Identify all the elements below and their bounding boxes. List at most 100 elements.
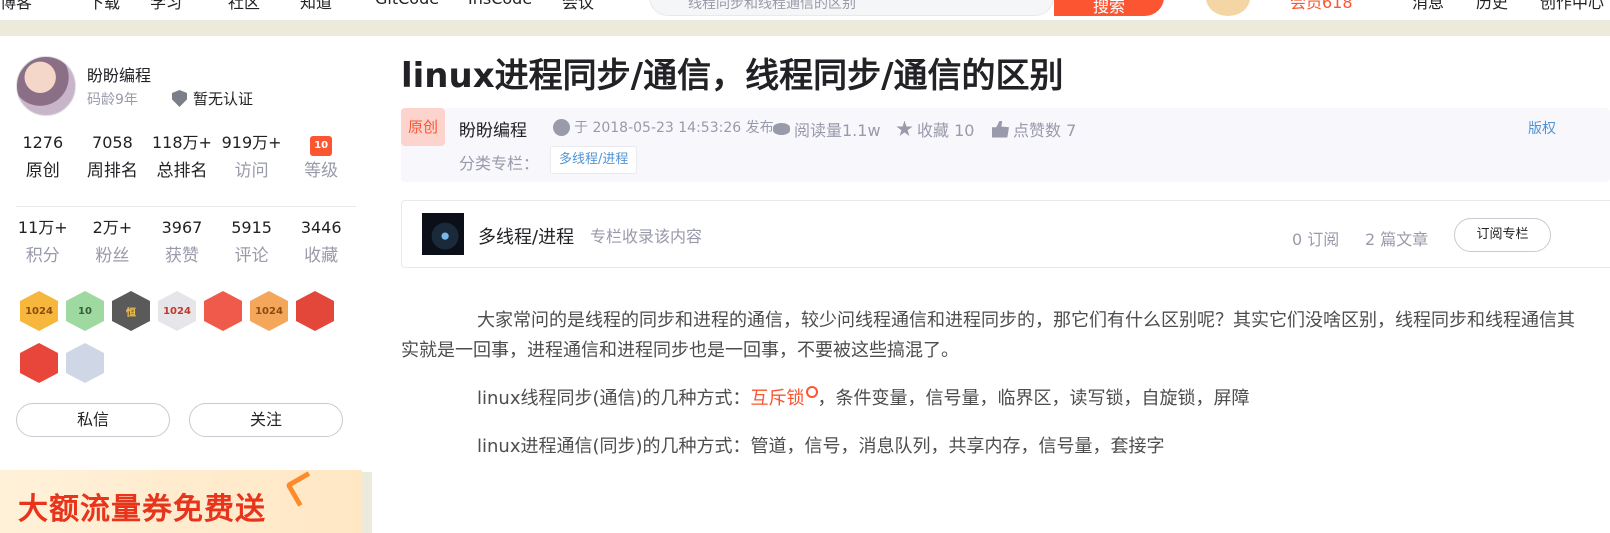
stat-value: 3446 (300, 218, 342, 237)
badge-1024-icon[interactable]: 1024 (20, 291, 58, 331)
badge-pen-icon[interactable] (296, 291, 334, 331)
badge-persistence-icon[interactable]: 恒 (112, 291, 150, 331)
stat-label: 总排名 (156, 161, 208, 181)
badge-monkey-grey-icon[interactable] (66, 343, 104, 383)
nav-download[interactable]: 下载 (88, 0, 120, 13)
favorite-count-text: 收藏 10 (917, 121, 975, 140)
stat-value: 11万+ (17, 218, 68, 237)
stat-total-rank[interactable]: 118万+ 总排名 (147, 130, 217, 186)
stat-label: 粉丝 (95, 246, 130, 266)
nav-gitcode[interactable]: GitCode (375, 0, 439, 8)
column-info: 多线程/进程 专栏收录该内容 0 订阅 2 篇文章 订阅专栏 (401, 200, 1610, 268)
stat-value: 3967 (161, 218, 203, 237)
stat-label: 收藏 (304, 246, 339, 266)
category-label: 分类专栏： (459, 154, 540, 173)
clock-icon (553, 118, 570, 136)
nav-messages[interactable]: 消息 (1412, 0, 1444, 13)
user-avatar[interactable] (1206, 0, 1250, 16)
author-profile-card: 盼盼编程 码龄9年 暂无认证 1276 原创 7058 周排名 118万+ 总排… (0, 36, 372, 472)
nav-community[interactable]: 社区 (228, 0, 260, 13)
nav-zhidao[interactable]: 知道 (300, 0, 332, 13)
follow-button[interactable]: 关注 (189, 403, 343, 437)
stat-value: 1276 (22, 133, 64, 152)
paragraph-2-prefix: linux线程同步(通信)的几种方式： (477, 388, 751, 409)
stat-value: 5915 (231, 218, 272, 237)
stat-value: 118万+ (152, 133, 212, 152)
stat-label: 访问 (234, 161, 269, 181)
publish-time: 于 2018-05-23 14:53:26 发布 (553, 117, 774, 137)
article-meta: 原创 盼盼编程 于 2018-05-23 14:53:26 发布 阅读量1.1w… (401, 108, 1610, 182)
search-button[interactable]: 搜索 (1054, 0, 1164, 16)
stats-row-1: 1276 原创 7058 周排名 118万+ 总排名 919万+ 访问 10 等… (8, 130, 356, 186)
top-nav: 博客 下载 学习 社区 知道 GitCode InsCode 会议 线程同步和线… (0, 0, 1610, 20)
search-input-text: 线程同步和线程通信的区别 (688, 0, 856, 12)
author-avatar[interactable] (16, 56, 76, 116)
mutex-link[interactable]: 互斥锁 (751, 388, 805, 409)
subscribe-column-button[interactable]: 订阅专栏 (1454, 218, 1551, 252)
badge-1024-orange-icon[interactable]: 1024 (250, 291, 288, 331)
copyright-link[interactable]: 版权 (1528, 118, 1556, 138)
paragraph-3: linux进程通信(同步)的几种方式：管道，信号，消息队列，共享内存，信号量，套… (477, 436, 1165, 457)
stat-fans[interactable]: 2万+ 粉丝 (78, 215, 148, 271)
stat-label: 周排名 (86, 161, 138, 181)
certification-label: 暂无认证 (193, 90, 254, 108)
stat-value: 2万+ (92, 218, 133, 237)
category-tag[interactable]: 多线程/进程 (550, 146, 638, 174)
stat-week-rank[interactable]: 7058 周排名 (78, 130, 148, 186)
stat-points: 11万+ 积分 (8, 215, 78, 271)
nav-blog[interactable]: 博客 (0, 0, 32, 13)
stat-visits: 919万+ 访问 (217, 130, 287, 186)
stat-label: 获赞 (164, 246, 199, 266)
star-icon (896, 120, 913, 136)
stat-label: 积分 (25, 246, 60, 266)
stat-favorites: 3446 收藏 (286, 215, 356, 271)
ad-banner-text: 大额流量券免费送 (18, 492, 266, 527)
private-message-button[interactable]: 私信 (16, 403, 170, 437)
search-icon[interactable] (805, 386, 818, 398)
column-thumbnail[interactable] (422, 213, 464, 255)
meta-author[interactable]: 盼盼编程 (459, 116, 527, 141)
column-subscriptions: 0 订阅 (1292, 230, 1340, 249)
nav-creation-center[interactable]: 创作中心 (1540, 0, 1604, 13)
stat-value: 919万+ (221, 133, 282, 152)
view-count: 阅读量1.1w (773, 117, 881, 141)
shield-icon (172, 90, 187, 107)
view-count-text: 阅读量1.1w (794, 121, 881, 140)
stat-level[interactable]: 10 等级 (286, 130, 356, 186)
stats-divider (16, 206, 356, 207)
publish-time-text: 于 2018-05-23 14:53:26 发布 (574, 120, 774, 136)
paragraph-2-rest: ，条件变量，信号量，临界区，读写锁，自旋锁，屏障 (817, 388, 1250, 409)
stat-label: 等级 (304, 161, 339, 181)
like-count[interactable]: 点赞数 7 (992, 117, 1076, 141)
level-icon: 10 (310, 136, 333, 156)
badge-monkey-icon[interactable] (20, 343, 58, 383)
stat-original[interactable]: 1276 原创 (8, 130, 78, 186)
paragraph-2: linux线程同步(通信)的几种方式：互斥锁 ，条件变量，信号量，临界区，读写锁，… (477, 384, 1250, 414)
stat-label: 评论 (234, 246, 269, 266)
column-name[interactable]: 多线程/进程 (478, 223, 574, 249)
search-input[interactable]: 线程同步和线程通信的区别 (649, 0, 1054, 16)
stat-comments: 5915 评论 (217, 215, 287, 271)
member-link[interactable]: 会员618 (1290, 0, 1353, 13)
stat-label: 原创 (25, 161, 60, 181)
nav-history[interactable]: 历史 (1476, 0, 1508, 13)
badge-10-icon[interactable]: 10 (66, 291, 104, 331)
badge-medal-icon[interactable] (204, 291, 242, 331)
column-desc: 专栏收录该内容 (590, 227, 703, 246)
stat-value: 7058 (92, 133, 133, 152)
eye-icon (773, 123, 790, 135)
ad-banner[interactable]: 大额流量券免费送 (0, 470, 362, 533)
nav-inscode[interactable]: InsCode (468, 0, 532, 8)
author-name[interactable]: 盼盼编程 (87, 62, 151, 86)
nav-learn[interactable]: 学习 (150, 0, 182, 13)
stats-row-2: 11万+ 积分 2万+ 粉丝 3967 获赞 5915 评论 3446 收藏 (8, 215, 356, 271)
badge-1024-star-icon[interactable]: 1024 (158, 291, 196, 331)
column-article-count: 2 篇文章 (1365, 230, 1429, 249)
ad-decoration-icon (285, 471, 321, 507)
paragraph-1: 大家常问的是线程的同步和进程的通信，较少问线程通信和进程同步的，那它们有什么区别… (401, 310, 1575, 361)
like-count-text: 点赞数 7 (1013, 121, 1077, 140)
stat-likes: 3967 获赞 (147, 215, 217, 271)
favorite-count[interactable]: 收藏 10 (896, 117, 974, 141)
nav-meeting[interactable]: 会议 (562, 0, 594, 13)
code-age: 码龄9年 (87, 92, 138, 108)
